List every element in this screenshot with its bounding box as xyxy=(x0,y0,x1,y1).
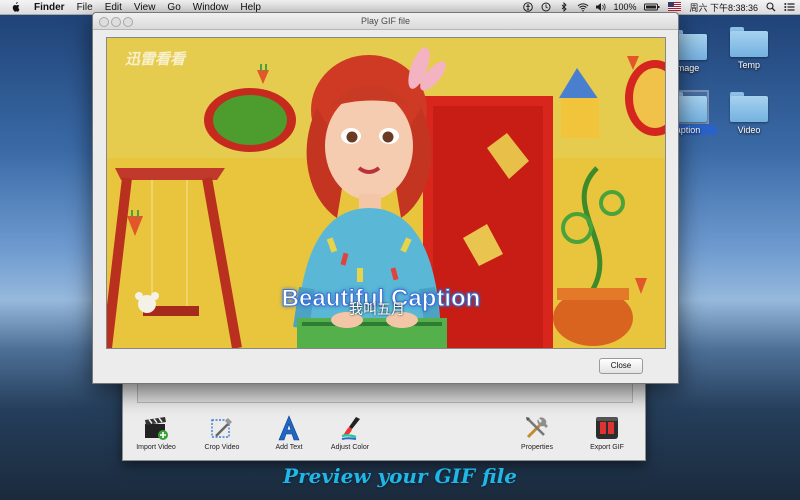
export-gif-label: Export GIF xyxy=(590,444,624,451)
accessibility-icon[interactable] xyxy=(523,2,534,12)
adjust-color-label: Adjust Color xyxy=(330,444,370,451)
menu-help[interactable]: Help xyxy=(240,2,261,13)
us-flag-icon[interactable] xyxy=(668,2,682,12)
time-machine-icon[interactable] xyxy=(541,2,551,12)
play-gif-dialog: Play GIF file 迅雷看看 Beautiful Caption 我叫五… xyxy=(92,12,679,384)
menu-window[interactable]: Window xyxy=(193,2,229,13)
adjust-color-button[interactable]: Adjust Color xyxy=(325,414,375,451)
import-video-button[interactable]: Import Video xyxy=(133,414,179,451)
window-minimize-icon[interactable] xyxy=(111,17,121,27)
folder-label: Temp xyxy=(737,60,760,70)
dialog-titlebar[interactable]: Play GIF file xyxy=(93,13,678,30)
window-close-icon[interactable] xyxy=(99,17,109,27)
paintbrush-icon xyxy=(336,414,364,442)
dialog-title: Play GIF file xyxy=(360,16,410,26)
apple-menu-icon[interactable] xyxy=(8,0,22,14)
folder-icon xyxy=(730,92,768,122)
clapperboard-icon xyxy=(142,414,170,442)
menu-app-finder[interactable]: Finder xyxy=(34,2,65,13)
bluetooth-icon[interactable] xyxy=(559,1,569,13)
export-gif-button[interactable]: Export GIF xyxy=(585,414,629,451)
wifi-icon[interactable] xyxy=(577,2,589,12)
folder-icon xyxy=(730,27,768,57)
crop-icon xyxy=(208,414,236,442)
menu-file[interactable]: File xyxy=(77,2,93,13)
crop-video-label: Crop Video xyxy=(204,444,240,451)
clock[interactable]: 周六 下午8:38:36 xyxy=(689,1,758,14)
spotlight-search-icon[interactable] xyxy=(766,2,776,12)
desktop-folder-temp[interactable]: Temp xyxy=(719,27,779,70)
tools-icon xyxy=(523,414,551,442)
promo-caption: Preview your GIF file xyxy=(283,464,517,488)
notification-center-icon[interactable] xyxy=(784,2,795,12)
video-watermark: 迅雷看看 xyxy=(125,50,186,68)
main-toolbar: Import Video Crop Video Add Text Adjust … xyxy=(123,414,645,458)
gif-preview: 迅雷看看 Beautiful Caption 我叫五月 xyxy=(106,37,666,349)
menu-edit[interactable]: Edit xyxy=(105,2,122,13)
menu-view[interactable]: View xyxy=(134,2,156,13)
properties-button[interactable]: Properties xyxy=(515,414,559,451)
volume-icon[interactable] xyxy=(595,2,606,12)
properties-label: Properties xyxy=(521,444,553,451)
folder-label: Video xyxy=(737,125,761,135)
import-video-label: Import Video xyxy=(136,444,176,451)
add-text-label: Add Text xyxy=(275,444,303,451)
desktop-folder-video[interactable]: Video xyxy=(719,92,779,135)
film-export-icon xyxy=(593,414,621,442)
battery-icon[interactable] xyxy=(644,2,660,12)
window-zoom-icon[interactable] xyxy=(123,17,133,27)
preview-chinese-subtitle: 我叫五月 xyxy=(349,302,405,318)
crop-video-button[interactable]: Crop Video xyxy=(199,414,245,451)
add-text-button[interactable]: Add Text xyxy=(268,414,310,451)
battery-percent: 100% xyxy=(613,2,637,12)
close-button[interactable]: Close xyxy=(599,358,643,374)
menu-go[interactable]: Go xyxy=(167,2,180,13)
text-a-icon xyxy=(275,414,303,442)
